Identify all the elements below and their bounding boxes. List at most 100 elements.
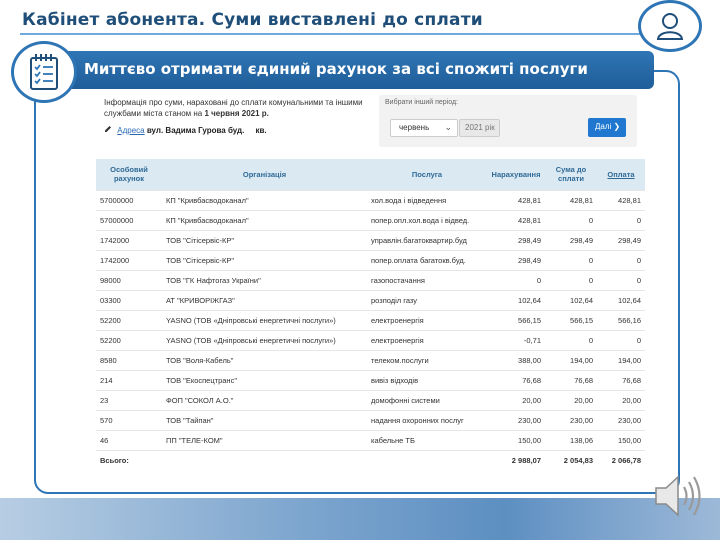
slide-title: Кабінет абонента. Суми виставлені до спл… (22, 10, 483, 30)
cell-account: 46 (96, 429, 162, 450)
cell-service: попер.опл.хол.вода і відвед. (367, 209, 487, 230)
cell-due: 298,49 (545, 229, 597, 250)
cell-account: 52200 (96, 309, 162, 330)
cell-due: 138,06 (545, 429, 597, 450)
cell-due: 76,68 (545, 369, 597, 390)
table-row: 52200 YASNO (ТОВ «Дніпровські енергетичні… (96, 329, 645, 350)
address-line: Адреса вул. Вадима Гурова буд. кв. (104, 125, 267, 135)
cell-organization: ТОВ "Тайпан" (162, 409, 367, 430)
cell-organization: ПП "ТЕЛЕ-КОМ" (162, 429, 367, 450)
address-link[interactable]: Адреса (117, 126, 144, 135)
cell-due: 102,64 (545, 289, 597, 310)
cell-organization: ТОВ "Сітісервіс-КР" (162, 229, 367, 250)
total-empty (162, 449, 367, 470)
cell-service: управлін.багатоквартир.буд (367, 229, 487, 250)
cell-payment: 0 (597, 329, 645, 350)
table-row: 214 ТОВ "Екоспецтранс" вивіз відходів 76,68… (96, 369, 645, 390)
month-select[interactable]: червень ⌄ (390, 119, 458, 137)
cell-payment: 230,00 (597, 409, 645, 430)
user-icon (656, 13, 684, 40)
cell-organization: КП "Кривбасводоканал" (162, 189, 367, 210)
cell-service: вивіз відходів (367, 369, 487, 390)
speaker-icon[interactable] (650, 470, 704, 522)
total-due: 2 054,83 (545, 449, 597, 470)
next-button[interactable]: Далі ❯ (588, 118, 626, 137)
cell-charged: 388,00 (487, 349, 545, 370)
cell-account: 1742000 (96, 249, 162, 270)
cell-payment: 0 (597, 209, 645, 230)
cell-payment: 102,64 (597, 289, 645, 310)
table-row: 570 ТОВ "Тайпан" надання охоронних послуг 2… (96, 409, 645, 430)
table-row: 46 ПП "ТЕЛЕ-КОМ" кабельне ТБ 150,00 138,06 15… (96, 429, 645, 450)
edit-icon[interactable] (104, 125, 112, 133)
info-date: 1 червня 2021 р. (204, 109, 269, 118)
cell-due: 194,00 (545, 349, 597, 370)
cell-account: 57000000 (96, 209, 162, 230)
cell-service: хол.вода і відведення (367, 189, 487, 210)
cell-service: електроенергія (367, 329, 487, 350)
cell-account: 98000 (96, 269, 162, 290)
cell-charged: 298,49 (487, 229, 545, 250)
cell-charged: 566,15 (487, 309, 545, 330)
period-label: Вибрати інший період: (385, 99, 458, 106)
table-row: 8580 ТОВ "Воля-Кабель" телеком.послуги 388,… (96, 349, 645, 370)
cell-service: електроенергія (367, 309, 487, 330)
cell-organization: ФОП "СОКОЛ А.О." (162, 389, 367, 410)
cell-due: 0 (545, 269, 597, 290)
cell-payment: 0 (597, 269, 645, 290)
cell-due: 0 (545, 329, 597, 350)
cell-charged: 0 (487, 269, 545, 290)
next-button-label: Далі (595, 122, 612, 131)
cell-charged: 298,49 (487, 249, 545, 270)
column-header-due: Сума до сплати (545, 159, 597, 190)
table-row: 1742000 ТОВ "Сітісервіс-КР" управлін.багат… (96, 229, 645, 250)
cell-service: надання охоронних послуг (367, 409, 487, 430)
cell-service: кабельне ТБ (367, 429, 487, 450)
footer-band (0, 498, 720, 540)
cell-account: 214 (96, 369, 162, 390)
column-header-service: Послуга (367, 159, 487, 190)
cell-due: 20,00 (545, 389, 597, 410)
cell-organization: ТОВ "Екоспецтранс" (162, 369, 367, 390)
total-label: Всього: (96, 449, 162, 470)
cell-payment: 298,49 (597, 229, 645, 250)
cell-charged: 76,68 (487, 369, 545, 390)
cell-charged: 428,81 (487, 189, 545, 210)
table-row: 23 ФОП "СОКОЛ А.О." домофонні системи 20,00… (96, 389, 645, 410)
banner-text: Миттєво отримати єдиний рахунок за всі с… (84, 60, 588, 78)
cell-organization: ТОВ "Воля-Кабель" (162, 349, 367, 370)
table-header-row: Особовий рахунок Організація Послуга Нар… (96, 159, 645, 190)
cell-account: 52200 (96, 329, 162, 350)
cell-charged: 150,00 (487, 429, 545, 450)
table-row: 1742000 ТОВ "Сітісервіс-КР" попер.оплата б… (96, 249, 645, 270)
cell-charged: -0,71 (487, 329, 545, 350)
cell-charged: 20,00 (487, 389, 545, 410)
banner: Миттєво отримати єдиний рахунок за всі с… (60, 51, 654, 89)
cell-due: 0 (545, 249, 597, 270)
year-field[interactable]: 2021 рік (459, 119, 500, 137)
cell-charged: 230,00 (487, 409, 545, 430)
cell-account: 570 (96, 409, 162, 430)
address-apartment-label: кв. (255, 126, 267, 135)
table-row: 03300 АТ "КРИВОРІЖГАЗ" розподіл газу 102,64… (96, 289, 645, 310)
cell-service: газопостачання (367, 269, 487, 290)
total-row: Всього: 2 988,07 2 054,83 2 066,78 (96, 449, 645, 470)
cell-organization: YASNO (ТОВ «Дніпровські енергетичні посл… (162, 329, 367, 350)
title-divider (20, 33, 640, 35)
column-header-payment[interactable]: Оплата (597, 159, 645, 190)
cell-account: 23 (96, 389, 162, 410)
cell-payment: 566,16 (597, 309, 645, 330)
cell-organization: АТ "КРИВОРІЖГАЗ" (162, 289, 367, 310)
cell-organization: ТОВ "ГК Нафтогаз України" (162, 269, 367, 290)
period-selector: Вибрати інший період: червень ⌄ 2021 рік… (379, 95, 637, 147)
checklist-badge (11, 41, 77, 103)
table-row: 57000000 КП "Кривбасводоканал" хол.вода і … (96, 189, 645, 210)
table-row: 57000000 КП "Кривбасводоканал" попер.опл.х… (96, 209, 645, 230)
cell-due: 428,81 (545, 189, 597, 210)
column-header-account: Особовий рахунок (96, 159, 162, 190)
cell-charged: 102,64 (487, 289, 545, 310)
cell-payment: 0 (597, 249, 645, 270)
cell-payment: 428,81 (597, 189, 645, 210)
table-row: 98000 ТОВ "ГК Нафтогаз України" газопостач… (96, 269, 645, 290)
cell-organization: YASNO (ТОВ «Дніпровські енергетичні посл… (162, 309, 367, 330)
